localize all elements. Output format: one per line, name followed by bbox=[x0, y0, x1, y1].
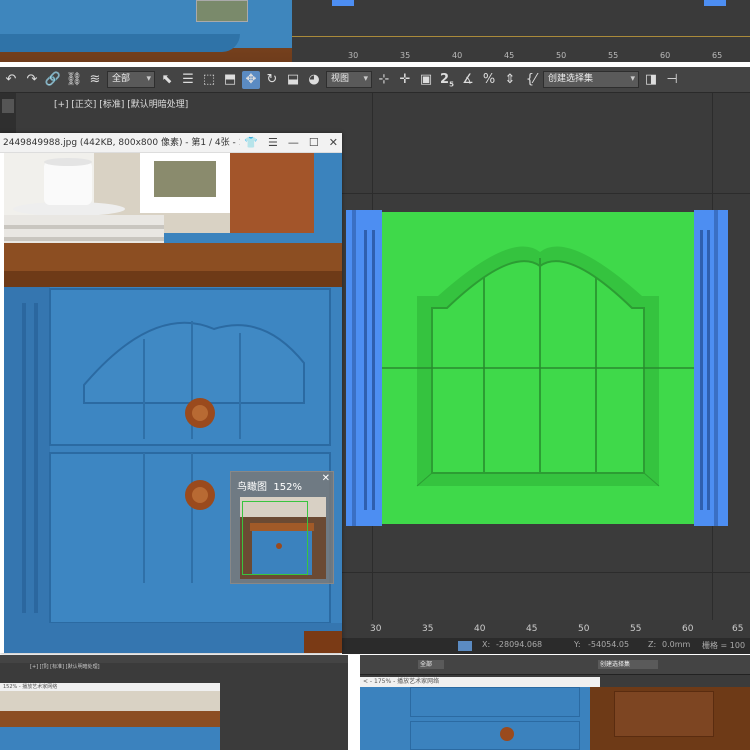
status-z-value[interactable]: 0.0mm bbox=[662, 640, 690, 649]
select-by-name-icon[interactable]: ☰ bbox=[179, 71, 197, 89]
align-icon[interactable]: ⊣ bbox=[663, 71, 681, 89]
status-z-label: Z: bbox=[648, 640, 657, 649]
maximize-icon[interactable]: ☐ bbox=[309, 133, 319, 152]
move-icon[interactable]: ✥ bbox=[242, 70, 260, 89]
viewer-title-text: 2449849988.jpg (442KB, 800x800 像素) - 第1 … bbox=[3, 138, 265, 148]
select-manipulate-icon[interactable]: ✛ bbox=[396, 71, 414, 89]
select-object-icon[interactable]: ⬉ bbox=[158, 71, 176, 89]
viewport-label[interactable]: [+] [正交] [标准] [默认明暗处理] bbox=[54, 97, 188, 110]
edit-named-selection-icon[interactable]: {⁄ bbox=[522, 71, 540, 89]
rotate-icon[interactable]: ↻ bbox=[263, 71, 281, 89]
undo-icon[interactable]: ↶ bbox=[2, 71, 20, 89]
status-bar: X: -28094.068 Y: -54054.05 Z: 0.0mm 栅格 =… bbox=[342, 638, 750, 654]
place-icon[interactable]: ◕ bbox=[305, 71, 323, 89]
pivot-center-icon[interactable]: ⊹ bbox=[375, 71, 393, 89]
named-selection-dropdown[interactable]: 创建选择集 bbox=[543, 71, 639, 88]
navigator-panel[interactable]: 鸟瞰图 152% ✕ bbox=[230, 471, 334, 584]
spinner-snap-icon[interactable]: ⇕ bbox=[501, 71, 519, 89]
status-y-value[interactable]: -54054.05 bbox=[588, 640, 629, 649]
navigator-close-icon[interactable]: ✕ bbox=[322, 473, 330, 484]
bottom-right-screenshot: 全部 创建选择集 < - 175% - 播放艺术家网络 bbox=[360, 655, 750, 750]
scale-icon[interactable]: ⬓ bbox=[284, 71, 302, 89]
cabinet-door-model[interactable] bbox=[342, 200, 732, 535]
top-ruler: 30 35 40 45 50 55 60 65 bbox=[292, 50, 750, 62]
main-toolbar: ↶ ↷ 🔗 ⛓ ≋ 全部 ⬉ ☰ ⬚ ⬒ ✥ ↻ ⬓ ◕ 视图 ⊹ ✛ ▣ 25… bbox=[0, 67, 750, 93]
close-icon[interactable]: ✕ bbox=[329, 133, 338, 152]
window-crossing-icon[interactable]: ⬒ bbox=[221, 71, 239, 89]
bottom-left-viewer-title: 152% - 播放艺术家网络 bbox=[0, 683, 220, 691]
unlink-icon[interactable]: ⛓ bbox=[65, 71, 83, 89]
percent-snap-icon[interactable]: % bbox=[480, 71, 498, 89]
mirror-icon[interactable]: ◨ bbox=[642, 71, 660, 89]
bind-spacewarp-icon[interactable]: ≋ bbox=[86, 71, 104, 89]
menu-icon[interactable]: ☰ bbox=[268, 133, 278, 152]
door-panel[interactable] bbox=[382, 212, 694, 524]
right-pilaster[interactable] bbox=[694, 210, 728, 526]
shirt-icon[interactable]: 👕 bbox=[244, 133, 258, 152]
top-furniture-photo bbox=[0, 0, 292, 62]
bottom-right-named-selection: 创建选择集 bbox=[598, 660, 658, 669]
left-pilaster[interactable] bbox=[346, 210, 382, 526]
bottom-left-viewport-label: [+] [顶] [标准] [默认明暗处理] bbox=[30, 664, 100, 670]
bottom-right-filter: 全部 bbox=[418, 660, 444, 669]
viewport-ruler: 30 35 40 45 50 55 60 65 bbox=[342, 620, 750, 638]
redo-icon[interactable]: ↷ bbox=[23, 71, 41, 89]
rect-selection-icon[interactable]: ⬚ bbox=[200, 71, 218, 89]
selection-filter-dropdown[interactable]: 全部 bbox=[107, 71, 155, 88]
viewer-titlebar[interactable]: 2449849988.jpg (442KB, 800x800 像素) - 第1 … bbox=[0, 133, 342, 153]
status-y-label: Y: bbox=[574, 640, 581, 649]
minimize-icon[interactable]: — bbox=[288, 133, 299, 152]
status-x-label: X: bbox=[482, 640, 491, 649]
status-x-value[interactable]: -28094.068 bbox=[496, 640, 542, 649]
navigator-thumbnail[interactable] bbox=[240, 497, 326, 579]
lock-selection-icon[interactable] bbox=[458, 641, 472, 651]
navigator-title: 鸟瞰图 152% bbox=[237, 482, 302, 493]
link-icon[interactable]: 🔗 bbox=[44, 71, 62, 89]
reference-coord-dropdown[interactable]: 视图 bbox=[326, 71, 372, 88]
bottom-left-screenshot: [+] [顶] [标准] [默认明暗处理] 152% - 播放艺术家网络 bbox=[0, 655, 348, 750]
keyboard-shortcut-icon[interactable]: ▣ bbox=[417, 71, 435, 89]
screenshot-collage: 30 35 40 45 50 55 60 65 ↶ ↷ 🔗 ⛓ ≋ 全部 ⬉ ☰… bbox=[0, 0, 750, 750]
grid-size-label: 栅格 = 100 bbox=[702, 641, 746, 650]
bottom-right-viewer-title: < - 175% - 播放艺术家网络 bbox=[360, 677, 600, 687]
snap-toggle-icon[interactable]: 25 bbox=[438, 71, 456, 89]
angle-snap-icon[interactable]: ∡ bbox=[459, 71, 477, 89]
